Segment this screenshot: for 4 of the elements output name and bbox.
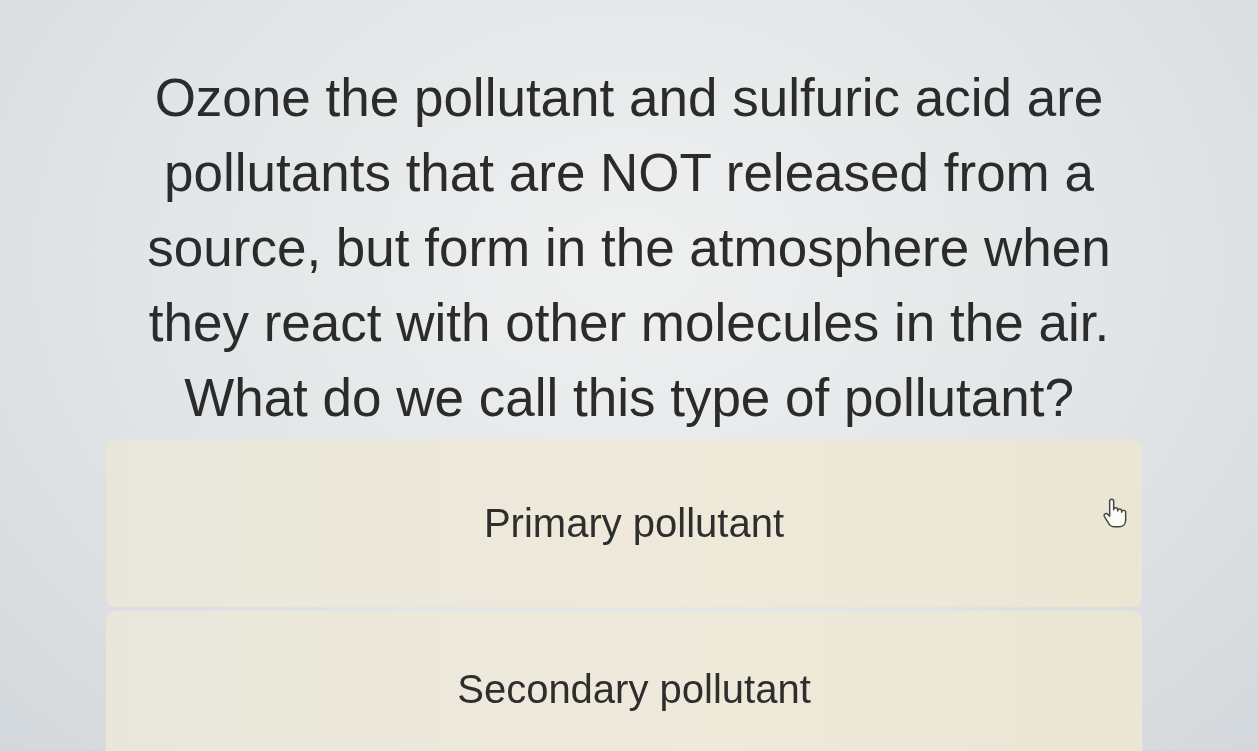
pointer-hand-cursor-icon (1103, 498, 1127, 528)
question-text: Ozone the pollutant and sulfuric acid are pollutants that are NOT released from a source, but form in the atmosphere when they react with other molecules in the air. What do we call this type of pollutant? (146, 67, 1112, 429)
answer-option[interactable]: Primary pollutant (106, 439, 1142, 607)
answer-option[interactable]: Secondary pollutant (106, 611, 1142, 751)
